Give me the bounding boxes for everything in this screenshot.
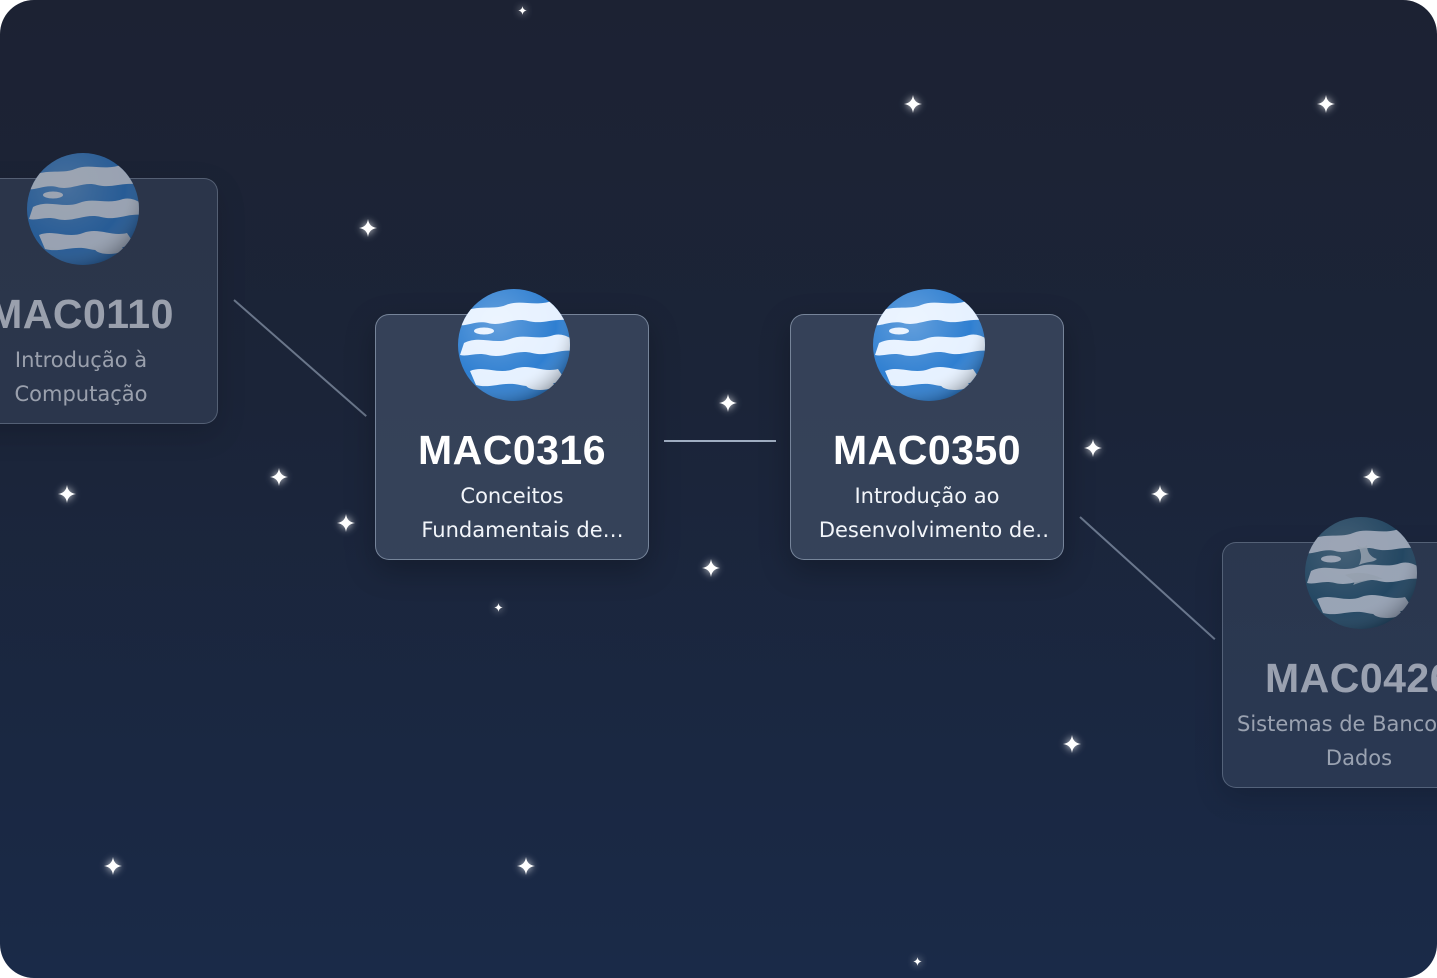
star-icon [702,559,720,577]
course-code: MAC0316 [417,427,607,473]
planet-icon [454,285,574,405]
star-icon [58,485,76,503]
course-name: Conceitos Fundamentais de Linguagens de … [421,484,603,542]
course-code: MAC0426 [1264,655,1437,701]
star-icon [270,468,288,486]
star-icon [719,394,737,412]
star-icon [1084,439,1102,457]
course-name: Sistemas de Bancos de Dados [1237,712,1437,770]
star-icon [1363,468,1381,486]
course-name: Introdução à Computação [14,348,148,406]
star-icon [1063,735,1081,753]
star-icon [104,857,122,875]
star-icon [904,95,922,113]
connector-line [664,440,776,442]
star-icon [1317,95,1335,113]
star-icon [359,219,377,237]
connector-line [1079,516,1216,640]
star-icon [517,857,535,875]
course-card-mac0316[interactable]: MAC0316 Conceitos Fundamentais de Lingua… [375,289,649,560]
star-icon [517,5,527,15]
course-code: MAC0350 [832,427,1022,473]
course-card-mac0350[interactable]: MAC0350 Introdução ao Desenvolvimento de… [790,289,1064,560]
course-code: MAC0110 [0,291,174,337]
course-card-mac0110[interactable]: MAC0110 Introdução à Computação [0,153,218,424]
connector-line [233,299,367,417]
planet-icon [869,285,989,405]
course-name: Introdução ao Desenvolvimento de Sistema… [818,484,1036,542]
planet-icon [23,149,143,269]
star-icon [1151,485,1169,503]
star-icon [912,956,922,966]
planet-with-bird-icon [1301,513,1421,633]
star-icon [337,514,355,532]
course-card-mac0426[interactable]: MAC0426 Sistemas de Bancos de Dados [1222,517,1437,788]
star-icon [493,602,503,612]
course-map-canvas[interactable]: MAC0110 Introdução à Computação MAC0316 … [0,0,1437,978]
